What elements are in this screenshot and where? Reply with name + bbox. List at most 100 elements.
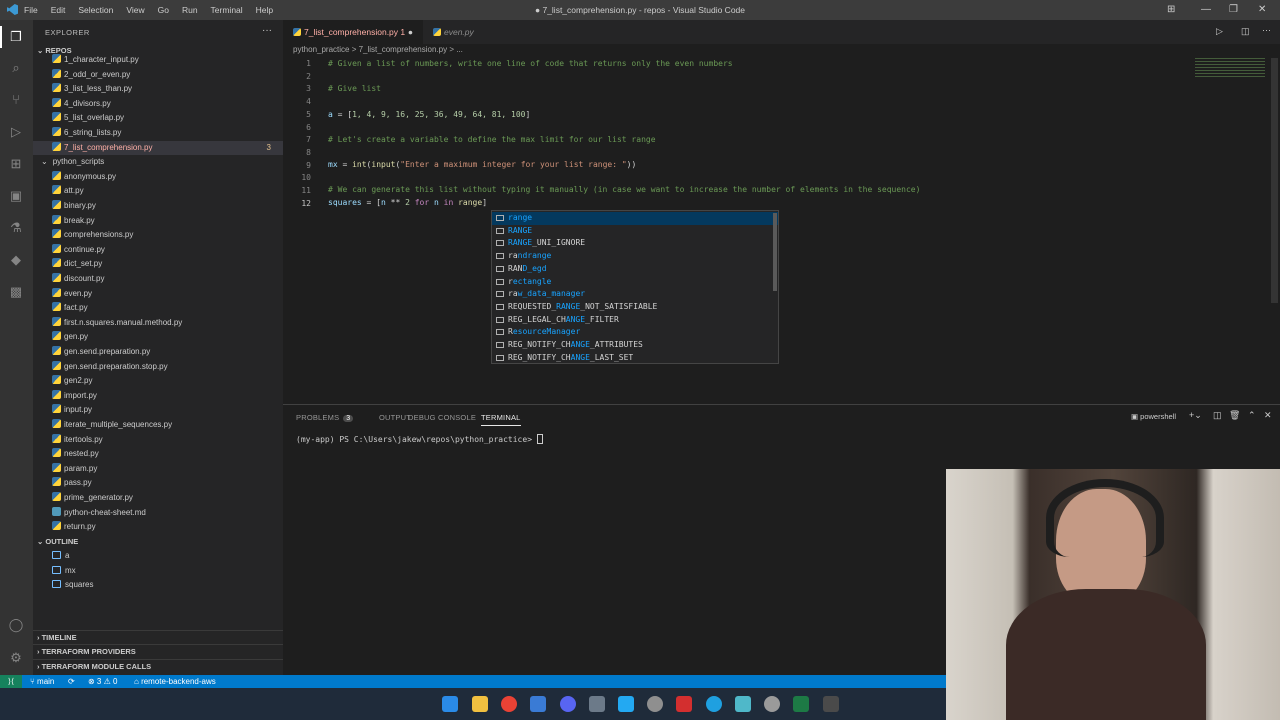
terminal-output[interactable]: (my-app) PS C:\Users\jakew\repos\python_… [296, 434, 543, 444]
section-timeline[interactable]: › TIMELINE [33, 630, 283, 644]
suggestion-item[interactable]: RAND_egd [492, 263, 778, 276]
minimize-button[interactable]: — [1201, 4, 1211, 15]
edge-icon[interactable] [706, 696, 722, 712]
file-item[interactable]: gen2.py [33, 374, 283, 389]
source-control-icon[interactable]: ⑂ [8, 92, 24, 108]
testing-icon[interactable]: ⚗ [8, 220, 24, 236]
network-app-icon[interactable] [735, 696, 751, 712]
file-item[interactable]: first.n.squares.manual.method.py [33, 316, 283, 331]
tab-even-py[interactable]: even.py [423, 20, 503, 44]
file-item[interactable]: anonymous.py [33, 170, 283, 185]
file-item-selected[interactable]: 7_list_comprehension.py 3 [33, 140, 283, 156]
docker-icon[interactable]: ◆ [8, 252, 24, 268]
file-item[interactable]: dict_set.py [33, 257, 283, 272]
file-item[interactable]: iterate_multiple_sequences.py [33, 418, 283, 433]
file-item[interactable]: fact.py [33, 301, 283, 316]
suggestion-item[interactable]: raw_data_manager [492, 288, 778, 301]
pdf-reader-icon[interactable] [676, 696, 692, 712]
tab-problems[interactable]: PROBLEMS 3 [296, 413, 354, 422]
section-terraform-providers[interactable]: › TERRAFORM PROVIDERS [33, 644, 283, 658]
suggestion-item[interactable]: RANGE [492, 225, 778, 238]
file-item[interactable]: itertools.py [33, 433, 283, 448]
restore-button[interactable]: ❐ [1229, 4, 1238, 15]
suggestion-item[interactable]: REQUESTED_RANGE_NOT_SATISFIABLE [492, 301, 778, 314]
suggestion-item[interactable]: RANGE_UNI_IGNORE [492, 237, 778, 250]
branch-indicator[interactable]: ⑂ main [30, 675, 54, 688]
excel-icon[interactable] [793, 696, 809, 712]
suggestion-item[interactable]: REG_LEGAL_CHANGE_FILTER [492, 314, 778, 327]
file-item[interactable]: input.py [33, 403, 283, 418]
tab-debug-console[interactable]: DEBUG CONSOLE [408, 413, 476, 422]
new-terminal-icon[interactable]: +⌄ [1189, 410, 1202, 421]
tab-output[interactable]: OUTPUT [379, 413, 411, 422]
windows-start-icon[interactable] [442, 696, 458, 712]
maximize-panel-icon[interactable]: ⌃ [1248, 410, 1256, 421]
outline-item[interactable]: squares [52, 578, 93, 593]
search-icon[interactable]: ⌕ [8, 60, 24, 76]
suggestion-item[interactable]: range [492, 212, 778, 225]
autocomplete-suggestions[interactable]: range RANGE RANGE_UNI_IGNORE randrange RAND_… [491, 210, 779, 364]
folder-python-scripts[interactable]: ⌄ python_scripts [33, 155, 283, 170]
file-item[interactable]: import.py [33, 389, 283, 404]
code-editor[interactable]: 1 2 3 4 5 6 7 8 9 10 11 12 # Given a list of number… [283, 58, 1280, 403]
file-item[interactable]: 3_list_less_than.py [33, 82, 283, 97]
file-item[interactable]: gen.send.preparation.py [33, 345, 283, 360]
tab-7-list-comprehension[interactable]: 7_list_comprehension.py 1 ● [283, 20, 423, 44]
more-actions-icon[interactable]: ··· [262, 25, 272, 36]
file-item[interactable]: gen.py [33, 330, 283, 345]
app-icon[interactable] [764, 696, 780, 712]
accounts-icon[interactable]: ◯ [8, 617, 24, 633]
file-item[interactable]: python-cheat-sheet.md [33, 506, 283, 521]
file-item[interactable]: comprehensions.py [33, 228, 283, 243]
suggestion-item[interactable]: randrange [492, 250, 778, 263]
file-item[interactable]: 2_odd_or_even.py [33, 68, 283, 83]
manage-gear-icon[interactable]: ⚙ [8, 650, 24, 666]
split-terminal-icon[interactable]: ◫ [1213, 410, 1222, 421]
explorer-icon[interactable]: ❐ [8, 29, 24, 45]
slack-icon[interactable] [647, 696, 663, 712]
outline-item[interactable]: a [52, 549, 69, 564]
terminal-app-icon[interactable] [823, 696, 839, 712]
file-item[interactable]: 1_character_input.py [33, 53, 283, 68]
terminal-shell-selector[interactable]: ▣ powershell [1131, 412, 1176, 421]
editor-more-icon[interactable]: ··· [1262, 25, 1271, 35]
discord-icon[interactable] [560, 696, 576, 712]
kill-terminal-icon[interactable]: 🗑 [1229, 410, 1240, 421]
run-file-icon[interactable]: ▷ [1216, 26, 1223, 37]
suggestion-item[interactable]: rectangle [492, 276, 778, 289]
file-item[interactable]: gen.send.preparation.stop.py [33, 360, 283, 375]
file-item[interactable]: break.py [33, 214, 283, 229]
unsaved-dot-icon[interactable]: ● [408, 20, 413, 44]
file-item[interactable]: binary.py [33, 199, 283, 214]
layout-icon[interactable]: ⊞ [1167, 4, 1175, 15]
breadcrumb[interactable]: python_practice > 7_list_comprehension.p… [293, 45, 463, 54]
outline-item[interactable]: mx [52, 564, 76, 579]
file-item[interactable]: nested.py [33, 447, 283, 462]
file-explorer-icon[interactable] [472, 696, 488, 712]
settings-icon[interactable] [589, 696, 605, 712]
file-item[interactable]: discount.py [33, 272, 283, 287]
tab-terminal[interactable]: TERMINAL [481, 413, 521, 426]
sync-icon[interactable]: ⟳ [68, 675, 75, 688]
vscode-icon[interactable] [618, 696, 634, 712]
close-window-button[interactable]: ✕ [1258, 4, 1266, 15]
file-item[interactable]: return.py [33, 520, 283, 535]
editor-scrollbar[interactable] [1271, 58, 1278, 303]
run-debug-icon[interactable]: ▷ [8, 124, 24, 140]
remote-explorer-icon[interactable]: ▣ [8, 188, 24, 204]
file-item[interactable]: 5_list_overlap.py [33, 111, 283, 126]
suggestion-item[interactable]: ResourceManager [492, 326, 778, 339]
file-item[interactable]: att.py [33, 184, 283, 199]
chrome-icon[interactable] [501, 696, 517, 712]
split-editor-icon[interactable]: ◫ [1241, 26, 1250, 37]
remote-backend-status[interactable]: ⌂ remote-backend-aws [134, 675, 216, 688]
close-panel-icon[interactable]: ✕ [1264, 410, 1272, 421]
file-item[interactable]: even.py [33, 287, 283, 302]
extensions-icon[interactable]: ⊞ [8, 156, 24, 172]
minimap[interactable] [1195, 58, 1265, 78]
terraform-icon[interactable]: ▩ [8, 284, 24, 300]
section-outline[interactable]: ⌄ OUTLINE [33, 535, 283, 549]
file-item[interactable]: prime_generator.py [33, 491, 283, 506]
suggestion-scrollbar[interactable] [773, 213, 777, 291]
remote-indicator-icon[interactable]: ⟩⟨ [0, 675, 22, 688]
